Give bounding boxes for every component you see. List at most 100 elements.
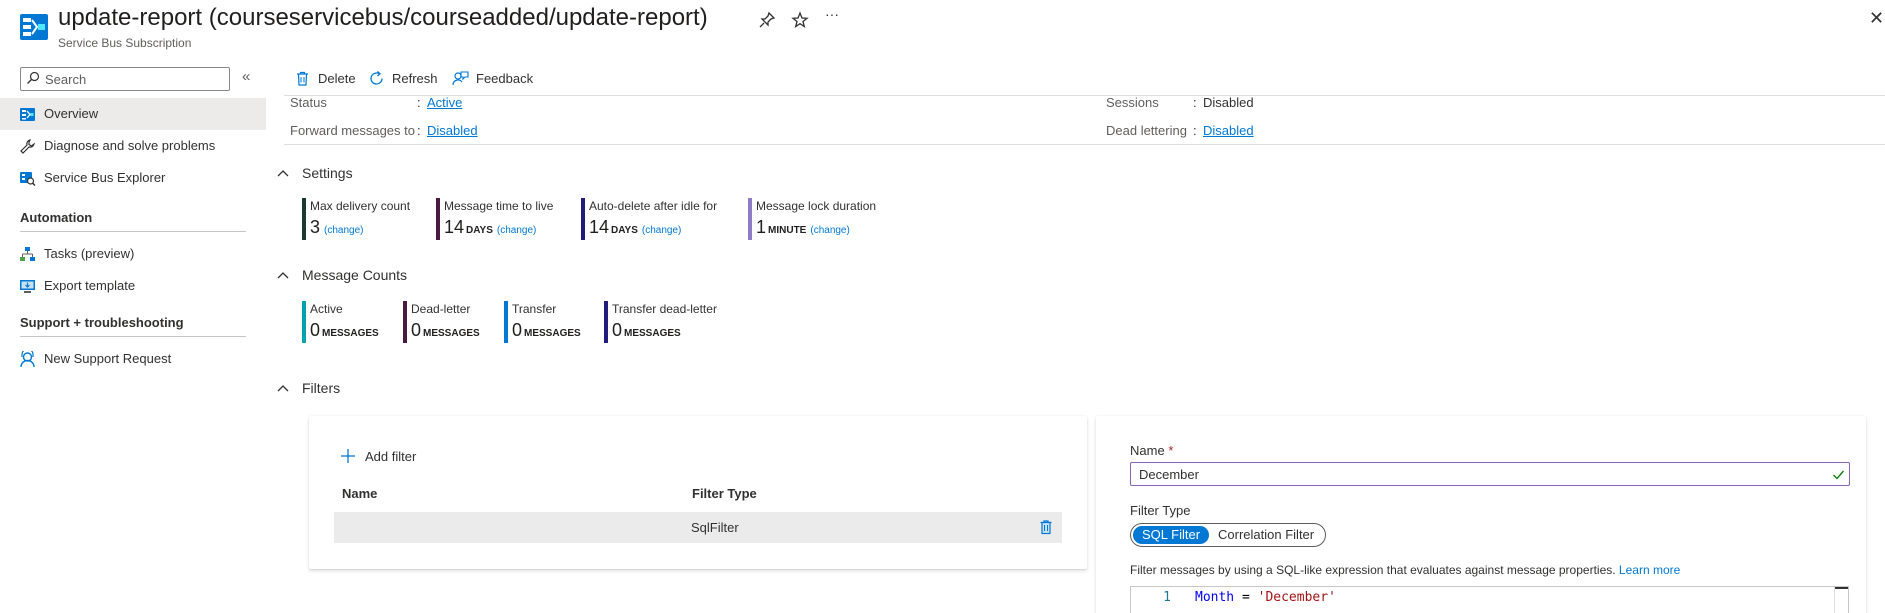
tile-value: 0 bbox=[512, 320, 523, 340]
feedback-button[interactable]: Feedback bbox=[452, 64, 533, 92]
max-delivery-count-tile: Max delivery count 3 (change) bbox=[302, 198, 410, 240]
service-bus-subscription-icon bbox=[20, 14, 48, 40]
change-ttl-link[interactable]: (change) bbox=[497, 225, 536, 236]
message-lock-duration-tile: Message lock duration 1 MINUTE (change) bbox=[748, 198, 876, 240]
correlation-filter-option[interactable]: Correlation Filter bbox=[1209, 526, 1323, 544]
change-auto-delete-link[interactable]: (change) bbox=[642, 225, 681, 236]
delete-button[interactable]: Delete bbox=[294, 64, 356, 92]
refresh-icon bbox=[370, 70, 383, 85]
filter-name-input[interactable] bbox=[1139, 466, 1819, 483]
tile-value: 1 bbox=[756, 217, 767, 237]
tile-label: Max delivery count bbox=[310, 199, 411, 213]
sql-expression-editor[interactable]: 1 Month = 'December' bbox=[1130, 586, 1849, 613]
learn-more-link[interactable]: Learn more bbox=[1619, 563, 1680, 577]
settings-section-header[interactable]: Settings bbox=[276, 163, 353, 183]
table-row[interactable]: SqlFilter bbox=[334, 512, 1062, 543]
tasks-icon bbox=[20, 247, 35, 261]
tile-bar bbox=[604, 301, 608, 343]
tile-value: 0 bbox=[612, 320, 623, 340]
add-filter-label: Add filter bbox=[365, 448, 417, 464]
support-request-icon bbox=[20, 351, 35, 368]
sql-expression: Month = 'December' bbox=[1195, 590, 1336, 605]
message-counts-section-header[interactable]: Message Counts bbox=[276, 265, 407, 285]
more-actions-button[interactable]: ··· bbox=[822, 6, 842, 26]
collapse-sidebar-button[interactable]: « bbox=[242, 68, 250, 85]
search-input[interactable] bbox=[45, 70, 225, 88]
close-icon[interactable]: ✕ bbox=[1869, 8, 1885, 28]
page-subtitle: Service Bus Subscription bbox=[58, 36, 192, 50]
sessions-key: Sessions bbox=[1106, 95, 1159, 110]
required-mark: * bbox=[1168, 443, 1174, 458]
forward-colon: : bbox=[417, 123, 421, 138]
tile-bar bbox=[581, 198, 585, 240]
message-counts-title: Message Counts bbox=[302, 267, 408, 283]
tile-unit: DAYS bbox=[466, 225, 493, 236]
status-link[interactable]: Active bbox=[427, 95, 462, 110]
forward-messages-key: Forward messages to bbox=[290, 123, 415, 138]
sidebar-section-support: Support + troubleshooting bbox=[20, 315, 184, 330]
chevron-up-icon bbox=[277, 170, 289, 177]
change-lock-duration-link[interactable]: (change) bbox=[810, 225, 849, 236]
sidebar-section-automation: Automation bbox=[20, 210, 93, 225]
plus-icon bbox=[341, 449, 355, 463]
sessions-value: Disabled bbox=[1203, 95, 1254, 110]
dead-lettering-key: Dead lettering bbox=[1106, 123, 1187, 138]
tile-label: Message time to live bbox=[444, 199, 554, 213]
filter-type-cell: SqlFilter bbox=[691, 520, 739, 535]
star-icon[interactable] bbox=[790, 10, 810, 30]
sessions-colon: : bbox=[1193, 95, 1197, 110]
forward-messages-link[interactable]: Disabled bbox=[427, 123, 478, 138]
settings-title: Settings bbox=[302, 165, 353, 181]
sidebar-item-label: Service Bus Explorer bbox=[44, 170, 166, 185]
pin-icon[interactable] bbox=[757, 10, 777, 30]
tile-unit: MESSAGES bbox=[423, 328, 480, 339]
tile-bar bbox=[504, 301, 508, 343]
sidebar-item-tasks[interactable]: Tasks (preview) bbox=[0, 238, 266, 270]
tile-unit: MINUTE bbox=[768, 225, 807, 236]
search-icon bbox=[27, 71, 40, 84]
change-max-delivery-link[interactable]: (change) bbox=[324, 225, 363, 236]
sidebar-item-overview[interactable]: Overview bbox=[0, 98, 266, 130]
tile-bar bbox=[302, 301, 306, 343]
tile-unit: DAYS bbox=[611, 225, 638, 236]
sidebar-item-diagnose[interactable]: Diagnose and solve problems bbox=[0, 130, 266, 162]
sidebar-item-service-bus-explorer[interactable]: Service Bus Explorer bbox=[0, 162, 266, 194]
sidebar-item-new-support-request[interactable]: New Support Request bbox=[0, 343, 266, 375]
sql-filter-option[interactable]: SQL Filter bbox=[1133, 526, 1210, 544]
transfer-count-tile: Transfer 0 MESSAGES bbox=[504, 301, 581, 343]
editor-scrollbar[interactable] bbox=[1834, 587, 1848, 613]
sidebar-search[interactable] bbox=[20, 67, 230, 91]
dead-lettering-colon: : bbox=[1193, 123, 1197, 138]
delete-label: Delete bbox=[318, 70, 356, 86]
sidebar-item-label: Overview bbox=[44, 106, 99, 121]
tile-value: 0 bbox=[411, 320, 422, 340]
tile-bar bbox=[748, 198, 752, 240]
sidebar-item-export-template[interactable]: Export template bbox=[0, 270, 266, 302]
sidebar-item-label: Diagnose and solve problems bbox=[44, 138, 216, 153]
sidebar: « Overview Diagnose and solve problems S… bbox=[0, 60, 266, 613]
chevron-up-icon bbox=[277, 272, 289, 279]
trash-icon[interactable] bbox=[1038, 519, 1054, 535]
message-ttl-tile: Message time to live 14 DAYS (change) bbox=[436, 198, 553, 240]
sidebar-divider bbox=[20, 231, 246, 232]
filters-title: Filters bbox=[302, 380, 341, 396]
tile-label: Message lock duration bbox=[756, 199, 877, 213]
refresh-button[interactable]: Refresh bbox=[368, 64, 438, 92]
page-title: update-report (courseservicebus/coursead… bbox=[58, 4, 708, 31]
status-colon: : bbox=[417, 95, 421, 110]
dead-lettering-link[interactable]: Disabled bbox=[1203, 123, 1254, 138]
add-filter-button[interactable]: Add filter bbox=[340, 448, 416, 464]
tile-bar bbox=[403, 301, 407, 343]
filter-name-field[interactable] bbox=[1130, 462, 1850, 486]
overview-icon bbox=[20, 108, 35, 121]
tile-value: 14 bbox=[589, 217, 610, 237]
trash-icon bbox=[297, 71, 308, 86]
tile-bar bbox=[436, 198, 440, 240]
feedback-icon bbox=[452, 70, 469, 85]
filters-section-header[interactable]: Filters bbox=[276, 378, 340, 398]
dead-letter-count-tile: Dead-letter 0 MESSAGES bbox=[403, 301, 480, 343]
tile-unit: MESSAGES bbox=[524, 328, 581, 339]
column-header-name: Name bbox=[342, 486, 378, 501]
column-header-filter-type: Filter Type bbox=[692, 486, 757, 501]
tile-label: Dead-letter bbox=[411, 302, 471, 316]
